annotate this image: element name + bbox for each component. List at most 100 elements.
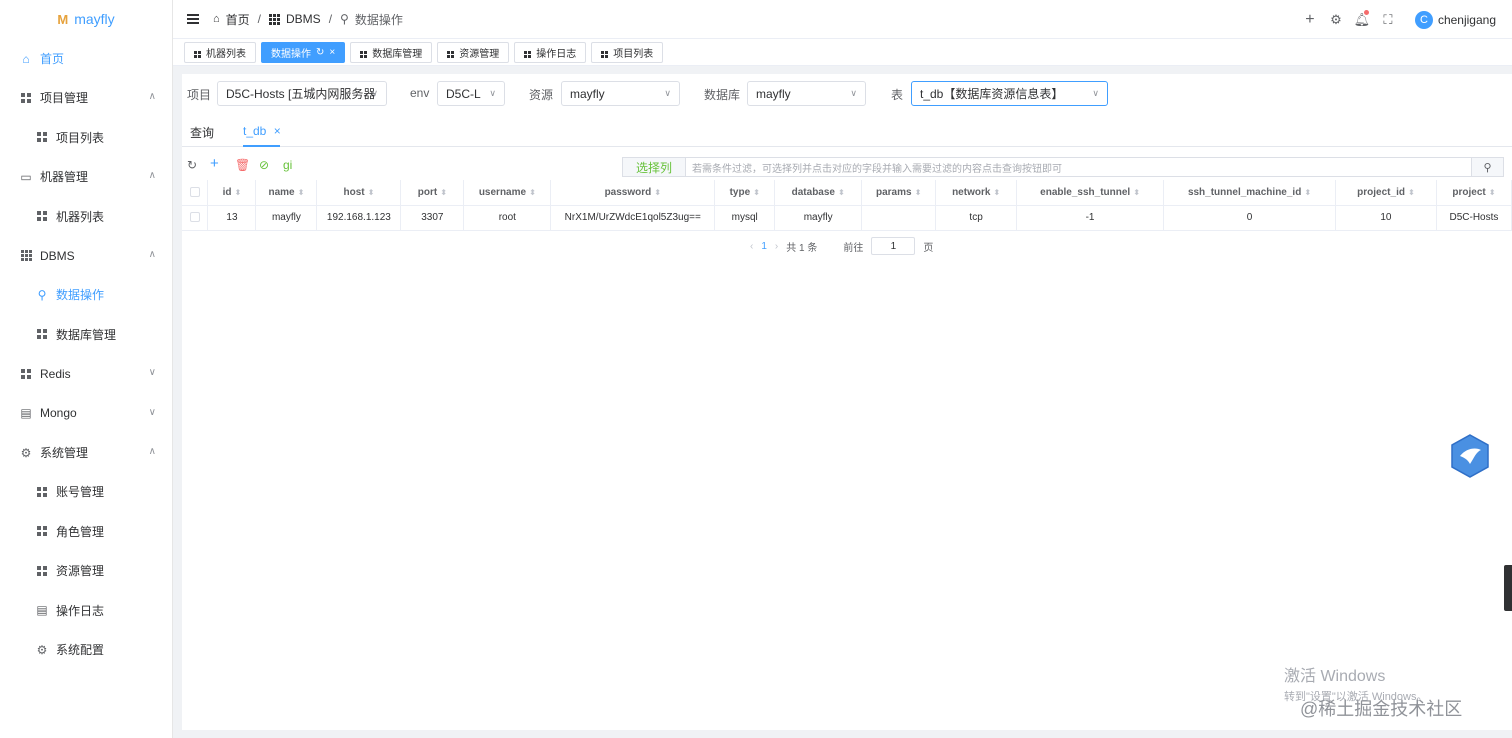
column-header[interactable]: params ⬍ xyxy=(861,180,937,206)
column-header[interactable]: host ⬍ xyxy=(316,180,402,206)
row-checkbox[interactable] xyxy=(182,205,209,231)
sort-icon[interactable]: ⬍ xyxy=(440,188,447,197)
delete-icon[interactable]: 🗑︎ xyxy=(235,158,250,172)
tag-item[interactable]: 机器列表 xyxy=(184,41,256,63)
table-cell[interactable]: D5C-Hosts xyxy=(1436,205,1512,231)
sort-icon[interactable]: ⬍ xyxy=(654,188,661,197)
sort-icon[interactable]: ⬍ xyxy=(1304,188,1311,197)
env-select[interactable]: D5C-L ∨ xyxy=(437,81,505,106)
column-header[interactable]: ssh_tunnel_machine_id ⬍ xyxy=(1163,180,1336,206)
tag-item[interactable]: 操作日志 xyxy=(514,41,587,63)
sidebar-item[interactable]: ⚙ 系统配置 xyxy=(0,630,172,669)
bird-logo-icon[interactable] xyxy=(1450,434,1490,478)
sidebar-item[interactable]: 角色管理 xyxy=(0,512,172,551)
prev-page-icon[interactable]: ‹ xyxy=(750,241,753,252)
column-header[interactable]: password ⬍ xyxy=(550,180,716,206)
sort-icon[interactable]: ⬍ xyxy=(1408,188,1415,197)
query-search-button[interactable]: ⚲ xyxy=(1472,157,1504,177)
commit-icon[interactable]: ⊘ xyxy=(259,158,269,172)
tag-item[interactable]: 数据库管理 xyxy=(350,41,433,63)
side-drawer-handle[interactable] xyxy=(1504,565,1512,611)
refresh-icon[interactable]: ↻ xyxy=(187,158,197,172)
table-cell[interactable]: 10 xyxy=(1335,205,1437,231)
page-number[interactable]: 1 xyxy=(761,241,767,252)
resource-select[interactable]: mayfly ∨ xyxy=(561,81,680,106)
sidebar-item[interactable]: Redis ∨ xyxy=(0,354,172,393)
table-select[interactable]: t_db【数据库资源信息表】 ∨ xyxy=(911,81,1108,106)
sidebar-item[interactable]: ⌂ 首页 xyxy=(0,39,172,78)
select-all-checkbox[interactable] xyxy=(182,180,209,206)
tag-item[interactable]: 资源管理 xyxy=(437,41,510,63)
table-cell[interactable]: 13 xyxy=(207,205,257,231)
select-columns-button[interactable]: 选择列 xyxy=(622,157,686,177)
close-icon[interactable]: × xyxy=(329,47,335,58)
sort-icon[interactable]: ⬍ xyxy=(915,188,922,197)
menu-collapse-icon[interactable] xyxy=(187,14,199,24)
gen-insert-button[interactable]: gi xyxy=(283,158,292,172)
sidebar-item[interactable]: 机器列表 xyxy=(0,197,172,236)
condition-input[interactable]: 若需条件过滤，可选择列并点击对应的字段并输入需要过滤的内容点击查询按钮即可 xyxy=(686,157,1472,177)
column-header[interactable]: username ⬍ xyxy=(463,180,552,206)
column-header[interactable]: type ⬍ xyxy=(714,180,776,206)
sort-icon[interactable]: ⬍ xyxy=(1489,188,1496,197)
table-cell[interactable]: 0 xyxy=(1163,205,1336,231)
next-page-icon[interactable]: › xyxy=(775,241,778,252)
table-cell[interactable]: mayfly xyxy=(774,205,863,231)
breadcrumb-home[interactable]: 首页 xyxy=(226,11,250,28)
avatar[interactable]: C xyxy=(1414,10,1433,29)
add-icon[interactable]: + xyxy=(210,155,219,172)
column-header[interactable]: enable_ssh_tunnel ⬍ xyxy=(1016,180,1165,206)
bell-icon[interactable]: 🔔︎ xyxy=(1349,9,1375,28)
tag-item[interactable]: 数据操作 ↻ × xyxy=(261,41,346,63)
database-select[interactable]: mayfly ∨ xyxy=(747,81,866,106)
table-cell[interactable]: mysql xyxy=(714,205,776,231)
table-cell[interactable]: NrX1M/UrZWdcE1qol5Z3ug== xyxy=(550,205,716,231)
sidebar-item[interactable]: 项目管理 ∧ xyxy=(0,78,172,117)
sidebar-item[interactable]: ⚲ 数据操作 xyxy=(0,275,172,314)
table-cell[interactable]: 3307 xyxy=(400,205,465,231)
sort-icon[interactable]: ⬍ xyxy=(368,188,375,197)
tab-query[interactable]: 查询 xyxy=(190,124,214,141)
username[interactable]: chenjigang xyxy=(1438,13,1496,27)
refresh-icon[interactable]: ↻ xyxy=(316,47,324,58)
sort-icon[interactable]: ⬍ xyxy=(529,188,536,197)
column-header[interactable]: id ⬍ xyxy=(207,180,257,206)
breadcrumb-dbms[interactable]: DBMS xyxy=(286,12,321,26)
sort-icon[interactable]: ⬍ xyxy=(298,188,305,197)
sidebar-item[interactable]: ▭ 机器管理 ∧ xyxy=(0,157,172,196)
close-icon[interactable]: × xyxy=(274,124,281,138)
sidebar-item[interactable]: ⚙ 系统管理 ∧ xyxy=(0,433,172,472)
table-cell[interactable]: 192.168.1.123 xyxy=(316,205,402,231)
sort-icon[interactable]: ⬍ xyxy=(838,188,845,197)
sidebar-item[interactable]: ▤ 操作日志 xyxy=(0,591,172,630)
table-cell[interactable]: mayfly xyxy=(255,205,318,231)
sidebar-item[interactable]: 资源管理 xyxy=(0,551,172,590)
column-header[interactable]: project_id ⬍ xyxy=(1335,180,1437,206)
table-row[interactable]: 13 mayfly 192.168.1.123 3307 root NrX1M/UrZWd… xyxy=(182,205,1512,231)
table-cell[interactable] xyxy=(861,205,937,231)
sidebar-item[interactable]: 账号管理 xyxy=(0,472,172,511)
sidebar-item[interactable]: 项目列表 xyxy=(0,118,172,157)
table-cell[interactable]: tcp xyxy=(935,205,1018,231)
sort-icon[interactable]: ⬍ xyxy=(235,188,242,197)
tab-t-db[interactable]: t_db × xyxy=(243,124,281,138)
column-header[interactable]: name ⬍ xyxy=(255,180,318,206)
column-header[interactable]: network ⬍ xyxy=(935,180,1018,206)
sidebar-item[interactable]: ▤ Mongo ∨ xyxy=(0,394,172,433)
sort-icon[interactable]: ⬍ xyxy=(753,188,760,197)
sidebar-item[interactable]: DBMS ∧ xyxy=(0,236,172,275)
gear-icon[interactable]: ⚙ xyxy=(1323,12,1349,28)
sort-icon[interactable]: ⬍ xyxy=(993,188,1000,197)
fullscreen-icon[interactable]: ⛶ xyxy=(1375,12,1401,28)
tag-item[interactable]: 项目列表 xyxy=(591,41,664,63)
plus-icon[interactable]: + xyxy=(1297,11,1323,29)
goto-page-input[interactable]: 1 xyxy=(871,237,916,255)
column-header[interactable]: port ⬍ xyxy=(400,180,465,206)
project-select[interactable]: D5C-Hosts [五城内网服务器 ∨ xyxy=(217,81,387,106)
column-header[interactable]: database ⬍ xyxy=(774,180,863,206)
table-cell[interactable]: -1 xyxy=(1016,205,1165,231)
sidebar-item[interactable]: 数据库管理 xyxy=(0,315,172,354)
column-header[interactable]: project ⬍ xyxy=(1436,180,1512,206)
table-cell[interactable]: root xyxy=(463,205,552,231)
sort-icon[interactable]: ⬍ xyxy=(1133,188,1140,197)
